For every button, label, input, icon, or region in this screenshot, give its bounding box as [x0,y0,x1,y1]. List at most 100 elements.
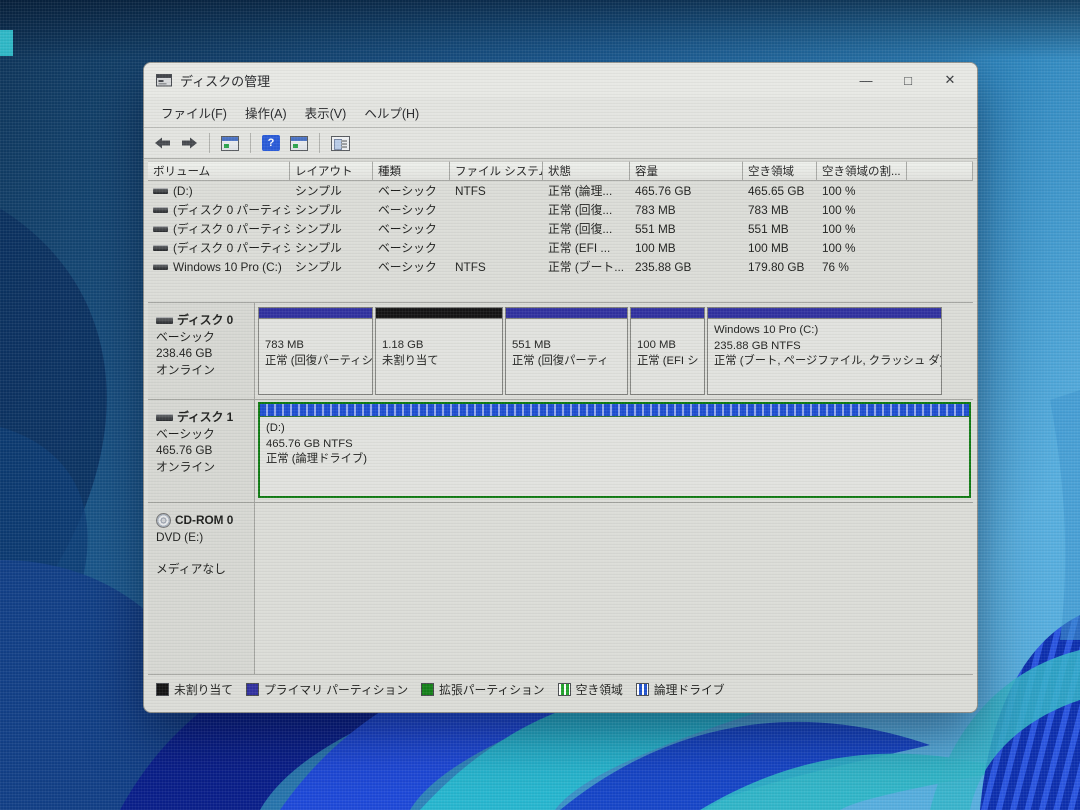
menu-action[interactable]: 操作(A) [236,99,296,126]
primary-partition-band [631,308,704,319]
partition-size: 235.88 GB NTFS [714,339,935,355]
volume-icon [153,226,168,232]
table-row[interactable]: Windows 10 Pro (C:) シンプル ベーシック NTFS 正常 (… [148,257,973,276]
disk-0-partitions: 783 MB正常 (回復パーティシ 1.18 GB未割り当て 551 MB正常 … [255,303,973,399]
partition-status: 正常 (回復パーティシ [265,354,366,370]
menu-view[interactable]: 表示(V) [296,99,356,126]
partition-size: 100 MB [637,338,698,354]
volume-icon [153,207,168,213]
partition-unallocated[interactable]: 1.18 GB未割り当て [375,307,503,395]
partition-size: 1.18 GB [382,338,496,354]
legend-extended-partition: 拡張パーティション [421,681,544,698]
cell-capacity: 100 MB [630,241,743,255]
primary-swatch-icon [246,683,259,696]
partition-label: (D:) [266,421,963,437]
forward-button[interactable] [179,134,200,152]
partition-status: 正常 (論理ドライブ) [266,452,963,468]
cell-capacity: 783 MB [630,203,743,217]
column-header-type[interactable]: 種類 [373,161,450,181]
partition-recovery-551mb[interactable]: 551 MB正常 (回復パーティ [505,307,628,395]
table-row[interactable]: (ディスク 0 パーティシ... シンプル ベーシック 正常 (回復... 55… [148,219,973,238]
legend-free-space: 空き領域 [558,681,623,698]
legend: 未割り当て プライマリ パーティション 拡張パーティション 空き領域 論理ドライ… [144,675,977,712]
cell-free-pct: 100 % [817,184,907,198]
primary-partition-band [506,308,627,319]
disk-name: ディスク 0 [177,312,233,329]
action-window-icon [290,136,308,151]
action-pane-button[interactable] [288,134,310,153]
table-row[interactable]: (ディスク 0 パーティシ... シンプル ベーシック 正常 (回復... 78… [148,200,973,219]
menu-help[interactable]: ヘルプ(H) [355,99,428,126]
cell-free: 100 MB [743,241,817,255]
volume-icon [153,188,168,194]
partition-recovery-783mb[interactable]: 783 MB正常 (回復パーティシ [258,307,373,395]
cdrom-0-area [255,503,973,674]
cell-type: ベーシック [373,201,450,218]
cell-free-pct: 100 % [817,203,907,217]
cell-layout: シンプル [290,239,373,256]
volume-name: (ディスク 0 パーティシ... [173,201,290,218]
console-window-icon [221,136,239,151]
column-header-free[interactable]: 空き領域 [743,161,817,181]
disk-icon [156,414,173,421]
column-header-volume[interactable]: ボリューム [148,161,290,181]
column-header-filesystem[interactable]: ファイル システム [450,161,543,181]
help-button[interactable]: ? [260,133,282,153]
cell-status: 正常 (回復... [543,220,630,237]
column-header-free-pct[interactable]: 空き領域の割... [817,161,907,181]
back-arrow-icon [154,136,171,150]
cell-filesystem: NTFS [450,260,543,274]
legend-label: 空き領域 [576,681,623,698]
disk-0-info[interactable]: ディスク 0 ベーシック 238.46 GB オンライン [148,303,255,399]
maximize-button[interactable]: □ [887,65,929,95]
toolbar-separator [319,133,320,153]
back-button[interactable] [152,134,173,152]
column-header-blank [907,161,973,181]
cell-free: 465.65 GB [743,184,817,198]
titlebar: ディスクの管理 — □ ✕ [144,63,977,97]
cell-type: ベーシック [373,239,450,256]
cell-capacity: 235.88 GB [630,260,743,274]
legend-logical-drive: 論理ドライブ [636,681,725,698]
disk-kind: ベーシック [156,426,250,443]
cell-layout: シンプル [290,220,373,237]
cell-free-pct: 100 % [817,222,907,236]
cell-status: 正常 (EFI ... [543,239,630,256]
window-title: ディスクの管理 [180,71,270,90]
column-header-layout[interactable]: レイアウト [290,161,373,181]
table-row[interactable]: (ディスク 0 パーティシ... シンプル ベーシック 正常 (EFI ... … [148,238,973,257]
volume-name: (D:) [173,184,193,198]
console-tree-button[interactable] [219,134,241,153]
minimize-button[interactable]: — [845,65,887,95]
properties-button[interactable] [329,134,352,153]
disk-0-row: ディスク 0 ベーシック 238.46 GB オンライン 783 MB正常 (回… [148,303,973,400]
disk-1-info[interactable]: ディスク 1 ベーシック 465.76 GB オンライン [148,400,255,502]
column-header-status[interactable]: 状態 [543,161,630,181]
disk-icon [156,317,173,324]
properties-icon [331,136,350,151]
partition-c-drive[interactable]: Windows 10 Pro (C:)235.88 GB NTFS正常 (ブート… [707,307,942,395]
close-button[interactable]: ✕ [929,65,971,95]
cell-layout: シンプル [290,182,373,199]
partition-efi[interactable]: 100 MB正常 (EFI シ [630,307,705,395]
extended-swatch-icon [421,683,434,696]
forward-arrow-icon [181,136,198,150]
menu-file[interactable]: ファイル(F) [152,99,236,126]
volume-icon [153,245,168,251]
column-header-capacity[interactable]: 容量 [630,161,743,181]
legend-label: プライマリ パーティション [264,681,408,698]
cell-layout: シンプル [290,201,373,218]
toolbar: ? [144,128,977,159]
table-row[interactable]: (D:) シンプル ベーシック NTFS 正常 (論理... 465.76 GB… [148,181,973,200]
disk-management-window: ディスクの管理 — □ ✕ ファイル(F) 操作(A) 表示(V) ヘルプ(H)… [143,62,978,713]
partition-d-drive-selected[interactable]: (D:)465.76 GB NTFS正常 (論理ドライブ) [258,402,971,498]
cell-free: 551 MB [743,222,817,236]
primary-partition-band [259,308,372,319]
volume-name: (ディスク 0 パーティシ... [173,220,290,237]
cell-free: 783 MB [743,203,817,217]
logical-drive-band [260,404,969,417]
graphical-view: ディスク 0 ベーシック 238.46 GB オンライン 783 MB正常 (回… [148,302,973,675]
partition-status: 正常 (回復パーティ [512,354,621,370]
cdrom-0-info[interactable]: CD-ROM 0 DVD (E:) メディアなし [148,503,255,674]
cell-type: ベーシック [373,182,450,199]
